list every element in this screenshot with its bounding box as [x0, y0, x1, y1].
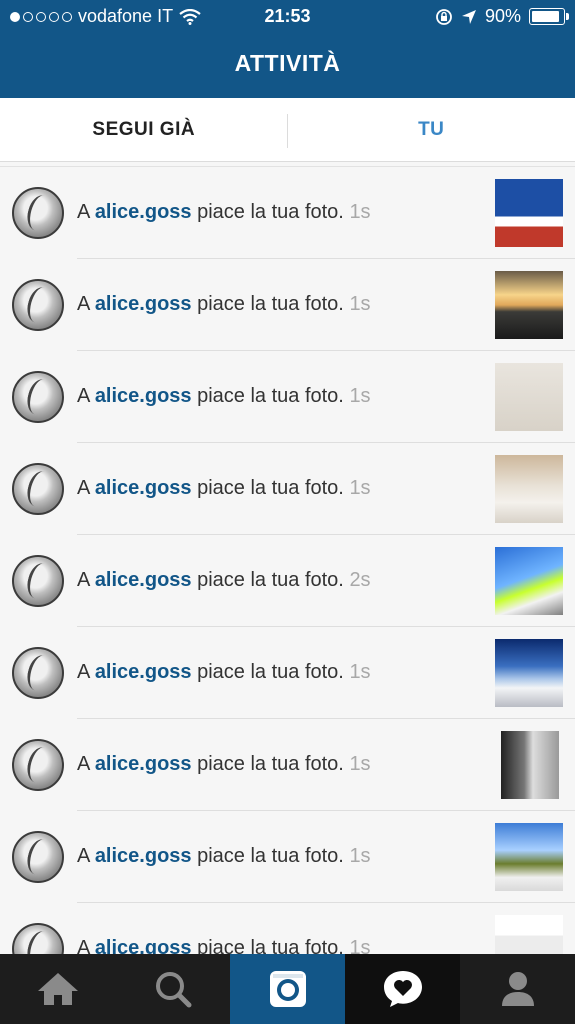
profile-icon: [501, 972, 534, 1006]
notification-time: 1s: [349, 661, 371, 683]
username-link[interactable]: alice.goss: [95, 385, 192, 407]
activity-tabs: SEGUI GIÀ TU: [0, 98, 575, 162]
nav-search[interactable]: [115, 954, 230, 1024]
list-item[interactable]: A alice.goss piace la tua foto. 1s: [0, 443, 575, 535]
notification-time: 2s: [349, 569, 371, 591]
notification-text: A alice.goss piace la tua foto. 1s: [77, 937, 371, 954]
notification-text: A alice.goss piace la tua foto. 1s: [77, 661, 371, 684]
notification-action: piace la tua foto.: [197, 845, 344, 867]
nav-profile[interactable]: [460, 954, 575, 1024]
notification-prefix: A: [77, 477, 90, 499]
list-item[interactable]: A alice.goss piace la tua foto. 1s: [0, 811, 575, 903]
notification-prefix: A: [77, 569, 90, 591]
nav-camera[interactable]: [230, 954, 345, 1024]
tab-you[interactable]: TU: [288, 98, 575, 161]
notification-text: A alice.goss piace la tua foto. 1s: [77, 293, 371, 316]
activity-heart-icon: [383, 971, 422, 1007]
photo-thumbnail[interactable]: [495, 639, 563, 707]
avatar[interactable]: [12, 279, 64, 331]
notification-action: piace la tua foto.: [197, 569, 344, 591]
notification-action: piace la tua foto.: [197, 385, 344, 407]
notification-prefix: A: [77, 201, 90, 223]
camera-icon: [269, 971, 306, 1007]
notification-prefix: A: [77, 753, 90, 775]
nav-home[interactable]: [0, 954, 115, 1024]
photo-thumbnail[interactable]: [495, 455, 563, 523]
status-bar: vodafone IT 21:53 90%: [0, 0, 575, 34]
avatar[interactable]: [12, 647, 64, 699]
notification-text: A alice.goss piace la tua foto. 2s: [77, 569, 371, 592]
notification-action: piace la tua foto.: [197, 753, 344, 775]
notification-action: piace la tua foto.: [197, 477, 344, 499]
notification-prefix: A: [77, 293, 90, 315]
list-item[interactable]: A alice.goss piace la tua foto. 1s: [0, 903, 575, 954]
photo-thumbnail[interactable]: [495, 363, 563, 431]
avatar[interactable]: [12, 923, 64, 954]
photo-thumbnail[interactable]: [495, 823, 563, 891]
notification-action: piace la tua foto.: [197, 937, 344, 954]
rotation-lock-icon: [436, 8, 452, 25]
notification-list[interactable]: A alice.goss piace la tua foto. 1s A ali…: [0, 166, 575, 954]
username-link[interactable]: alice.goss: [95, 753, 192, 775]
notification-prefix: A: [77, 385, 90, 407]
notification-action: piace la tua foto.: [197, 201, 344, 223]
battery-percent: 90%: [484, 6, 521, 26]
username-link[interactable]: alice.goss: [95, 937, 192, 954]
nav-activity[interactable]: [345, 954, 460, 1024]
username-link[interactable]: alice.goss: [95, 569, 192, 591]
home-icon: [37, 973, 78, 1005]
username-link[interactable]: alice.goss: [95, 661, 192, 683]
username-link[interactable]: alice.goss: [95, 845, 192, 867]
notification-text: A alice.goss piace la tua foto. 1s: [77, 385, 371, 408]
photo-thumbnail[interactable]: [495, 915, 563, 954]
battery-icon: [529, 8, 569, 25]
notification-text: A alice.goss piace la tua foto. 1s: [77, 845, 371, 868]
notification-prefix: A: [77, 845, 90, 867]
notification-text: A alice.goss piace la tua foto. 1s: [77, 201, 371, 224]
username-link[interactable]: alice.goss: [95, 477, 192, 499]
list-item[interactable]: A alice.goss piace la tua foto. 1s: [0, 351, 575, 443]
avatar[interactable]: [12, 187, 64, 239]
notification-time: 1s: [349, 385, 371, 407]
notification-time: 1s: [349, 845, 371, 867]
username-link[interactable]: alice.goss: [95, 201, 192, 223]
page-title: ATTIVITÀ: [234, 50, 341, 76]
photo-thumbnail[interactable]: [501, 731, 559, 799]
tab-divider: [287, 114, 288, 148]
photo-thumbnail[interactable]: [495, 179, 563, 247]
list-item[interactable]: A alice.goss piace la tua foto. 1s: [0, 719, 575, 811]
avatar[interactable]: [12, 463, 64, 515]
notification-time: 1s: [349, 201, 371, 223]
location-arrow-icon: [461, 9, 476, 24]
notification-time: 1s: [349, 937, 371, 954]
username-link[interactable]: alice.goss: [95, 293, 192, 315]
photo-thumbnail[interactable]: [495, 547, 563, 615]
notification-time: 1s: [349, 477, 371, 499]
top-bar: vodafone IT 21:53 90% ATTIVITÀ: [0, 0, 575, 98]
notification-time: 1s: [349, 293, 371, 315]
avatar[interactable]: [12, 831, 64, 883]
tab-following[interactable]: SEGUI GIÀ: [0, 98, 288, 161]
notification-text: A alice.goss piace la tua foto. 1s: [77, 477, 371, 500]
notification-time: 1s: [349, 753, 371, 775]
list-item[interactable]: A alice.goss piace la tua foto. 1s: [0, 259, 575, 351]
list-item[interactable]: A alice.goss piace la tua foto. 1s: [0, 167, 575, 259]
photo-thumbnail[interactable]: [495, 271, 563, 339]
avatar[interactable]: [12, 739, 64, 791]
notification-action: piace la tua foto.: [197, 293, 344, 315]
bottom-tab-bar: [0, 954, 575, 1024]
notification-prefix: A: [77, 661, 90, 683]
notification-text: A alice.goss piace la tua foto. 1s: [77, 753, 371, 776]
search-icon: [155, 972, 191, 1008]
avatar[interactable]: [12, 555, 64, 607]
list-item[interactable]: A alice.goss piace la tua foto. 2s: [0, 535, 575, 627]
notification-action: piace la tua foto.: [197, 661, 344, 683]
avatar[interactable]: [12, 371, 64, 423]
notification-prefix: A: [77, 937, 90, 954]
list-item[interactable]: A alice.goss piace la tua foto. 1s: [0, 627, 575, 719]
